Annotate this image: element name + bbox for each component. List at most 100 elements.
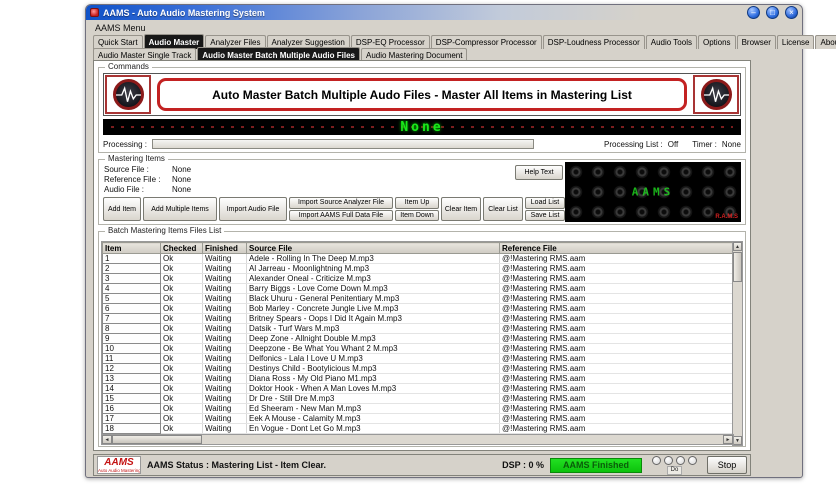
save-list-button[interactable]: Save List	[525, 209, 565, 221]
tab-dsp-loudness-processor[interactable]: DSP-Loudness Processor	[542, 35, 645, 49]
table-row[interactable]: 5 Ok Waiting Black Uhuru - General Penitent…	[102, 293, 733, 304]
status-text: AAMS Status : Mastering List - Item Clea…	[147, 460, 327, 470]
vertical-scroll-thumb[interactable]	[733, 252, 742, 282]
table-row[interactable]: 11 Ok Waiting Delfonics - Lala I Love U M.m…	[102, 353, 733, 364]
led-indicator-icon	[676, 455, 685, 465]
cell-source-file: Diana Ross - My Old Piano M1.mp3	[246, 373, 500, 384]
scroll-left-icon[interactable]: ◄	[102, 435, 112, 444]
import-audio-file-button[interactable]: Import Audio File	[219, 197, 287, 221]
vertical-scrollbar[interactable]: ▲ ▼	[732, 241, 743, 446]
cell-item: 14	[102, 383, 161, 394]
aams-logo-right	[693, 75, 739, 114]
cell-checked: Ok	[160, 423, 203, 434]
scroll-down-icon[interactable]: ▼	[733, 436, 742, 445]
cell-finished: Waiting	[202, 263, 247, 274]
table-row[interactable]: 13 Ok Waiting Diana Ross - My Old Piano M1.…	[102, 373, 733, 384]
table-row[interactable]: 12 Ok Waiting Destinys Child - Bootylicious…	[102, 363, 733, 374]
table-row[interactable]: 17 Ok Waiting Eek A Mouse - Calamity M.mp3 @…	[102, 413, 733, 424]
cell-checked: Ok	[160, 363, 203, 374]
cell-source-file: Eek A Mouse - Calamity M.mp3	[246, 413, 500, 424]
import-source-analyzer-button[interactable]: Import Source Analyzer File	[289, 197, 393, 209]
processing-list-value: Off	[667, 139, 679, 149]
maximize-icon[interactable]: □	[766, 6, 779, 19]
tab-options[interactable]: Options	[697, 35, 736, 49]
title-bar[interactable]: AAMS - Auto Audio Mastering System – □ ×	[86, 5, 802, 20]
cell-finished: Waiting	[202, 283, 247, 294]
cell-checked: Ok	[160, 383, 203, 394]
horizontal-scroll-thumb[interactable]	[112, 435, 202, 444]
clear-item-button[interactable]: Clear Item	[441, 197, 481, 221]
cell-item: 1	[102, 253, 161, 264]
cell-source-file: Britney Spears - Oops I Did It Again M.m…	[246, 313, 500, 324]
stop-button[interactable]: Stop	[707, 456, 747, 474]
column-header-source-file[interactable]: Source File	[246, 242, 500, 254]
batch-list-group-label: Batch Mastering Items Files List	[105, 226, 225, 235]
table-row[interactable]: 6 Ok Waiting Bob Marley - Concrete Jungle L…	[102, 303, 733, 314]
table-row[interactable]: 14 Ok Waiting Doktor Hook - When A Man Love…	[102, 383, 733, 394]
cell-source-file: Adele - Rolling In The Deep M.mp3	[246, 253, 500, 264]
scroll-right-icon[interactable]: ►	[723, 435, 733, 444]
audio-file-value: None	[172, 185, 192, 194]
table-row[interactable]: 4 Ok Waiting Barry Biggs - Love Come Down M…	[102, 283, 733, 294]
cell-reference-file: @!Mastering RMS.aam	[499, 333, 733, 344]
cell-finished: Waiting	[202, 293, 247, 304]
item-up-button[interactable]: Item Up	[395, 197, 439, 209]
table-row[interactable]: 18 Ok Waiting En Vogue - Dont Let Go M.mp3 @…	[102, 423, 733, 434]
table-row[interactable]: 9 Ok Waiting Deep Zone - Allnight Double M.…	[102, 333, 733, 344]
cell-finished: Waiting	[202, 303, 247, 314]
logo-title: AAMS	[104, 457, 134, 468]
cell-finished: Waiting	[202, 333, 247, 344]
column-header-item[interactable]: Item	[102, 242, 161, 254]
speaker-overlay-text: AAMS	[631, 185, 675, 199]
cell-checked: Ok	[160, 323, 203, 334]
table-row[interactable]: 10 Ok Waiting Deepzone - Be What You Whant …	[102, 343, 733, 354]
tab-license[interactable]: License	[776, 35, 815, 49]
column-header-checked[interactable]: Checked	[160, 242, 203, 254]
cell-source-file: Bob Marley - Concrete Jungle Live M.mp3	[246, 303, 500, 314]
cell-item: 15	[102, 393, 161, 404]
table-row[interactable]: 16 Ok Waiting Ed Sheeram - New Man M.mp3 @!M…	[102, 403, 733, 414]
table-row[interactable]: 2 Ok Waiting Al Jarreau - Moonlightning M.m…	[102, 263, 733, 274]
list-file-stack: Load List Save List	[525, 197, 565, 221]
table-row[interactable]: 3 Ok Waiting Alexander Oneal - Criticize M.…	[102, 273, 733, 284]
table-row[interactable]: 8 Ok Waiting Datsik - Turf Wars M.mp3 @!Mast…	[102, 323, 733, 334]
close-icon[interactable]: ×	[785, 6, 798, 19]
add-item-button[interactable]: Add Item	[103, 197, 141, 221]
tab-about[interactable]: About	[815, 35, 836, 49]
item-down-button[interactable]: Item Down	[395, 209, 439, 221]
cell-reference-file: @!Mastering RMS.aam	[499, 413, 733, 424]
scroll-up-icon[interactable]: ▲	[733, 242, 742, 251]
horizontal-scrollbar[interactable]: ◄ ►	[101, 434, 734, 445]
column-header-finished[interactable]: Finished	[202, 242, 247, 254]
cell-checked: Ok	[160, 253, 203, 264]
cell-item: 6	[102, 303, 161, 314]
load-list-button[interactable]: Load List	[525, 197, 565, 209]
import-aams-full-data-button[interactable]: Import AAMS Full Data File	[289, 209, 393, 221]
cell-item: 11	[102, 353, 161, 364]
column-header-reference-file[interactable]: Reference File	[499, 242, 733, 254]
cell-checked: Ok	[160, 303, 203, 314]
commands-group-label: Commands	[105, 62, 152, 71]
led-cluster: Do	[652, 455, 697, 475]
clear-list-button[interactable]: Clear List	[483, 197, 523, 221]
cell-item: 2	[102, 263, 161, 274]
cell-reference-file: @!Mastering RMS.aam	[499, 343, 733, 354]
led-indicator-icon	[664, 455, 673, 465]
window-title: AAMS - Auto Audio Mastering System	[103, 7, 265, 18]
table-row[interactable]: 7 Ok Waiting Britney Spears - Oops I Did It…	[102, 313, 733, 324]
table-row[interactable]: 15 Ok Waiting Dr Dre - Still Dre M.mp3 @!Mas…	[102, 393, 733, 404]
minimize-icon[interactable]: –	[747, 6, 760, 19]
cell-source-file: Black Uhuru - General Penitentiary M.mp3	[246, 293, 500, 304]
cell-reference-file: @!Mastering RMS.aam	[499, 293, 733, 304]
add-multiple-items-button[interactable]: Add Multiple Items	[143, 197, 217, 221]
tab-browser[interactable]: Browser	[736, 35, 776, 49]
tab-audio-tools[interactable]: Audio Tools	[645, 35, 697, 49]
processing-label: Processing :	[103, 139, 148, 149]
help-text-button[interactable]: Help Text	[515, 165, 563, 180]
import-stack: Import Source Analyzer File Import AAMS …	[289, 197, 393, 221]
dsp-label: DSP :	[502, 460, 526, 470]
cell-source-file: Alexander Oneal - Criticize M.mp3	[246, 273, 500, 284]
led-row	[652, 455, 697, 465]
dsp-value: 0 %	[528, 460, 544, 470]
table-row[interactable]: 1 Ok Waiting Adele - Rolling In The Deep M.…	[102, 253, 733, 264]
